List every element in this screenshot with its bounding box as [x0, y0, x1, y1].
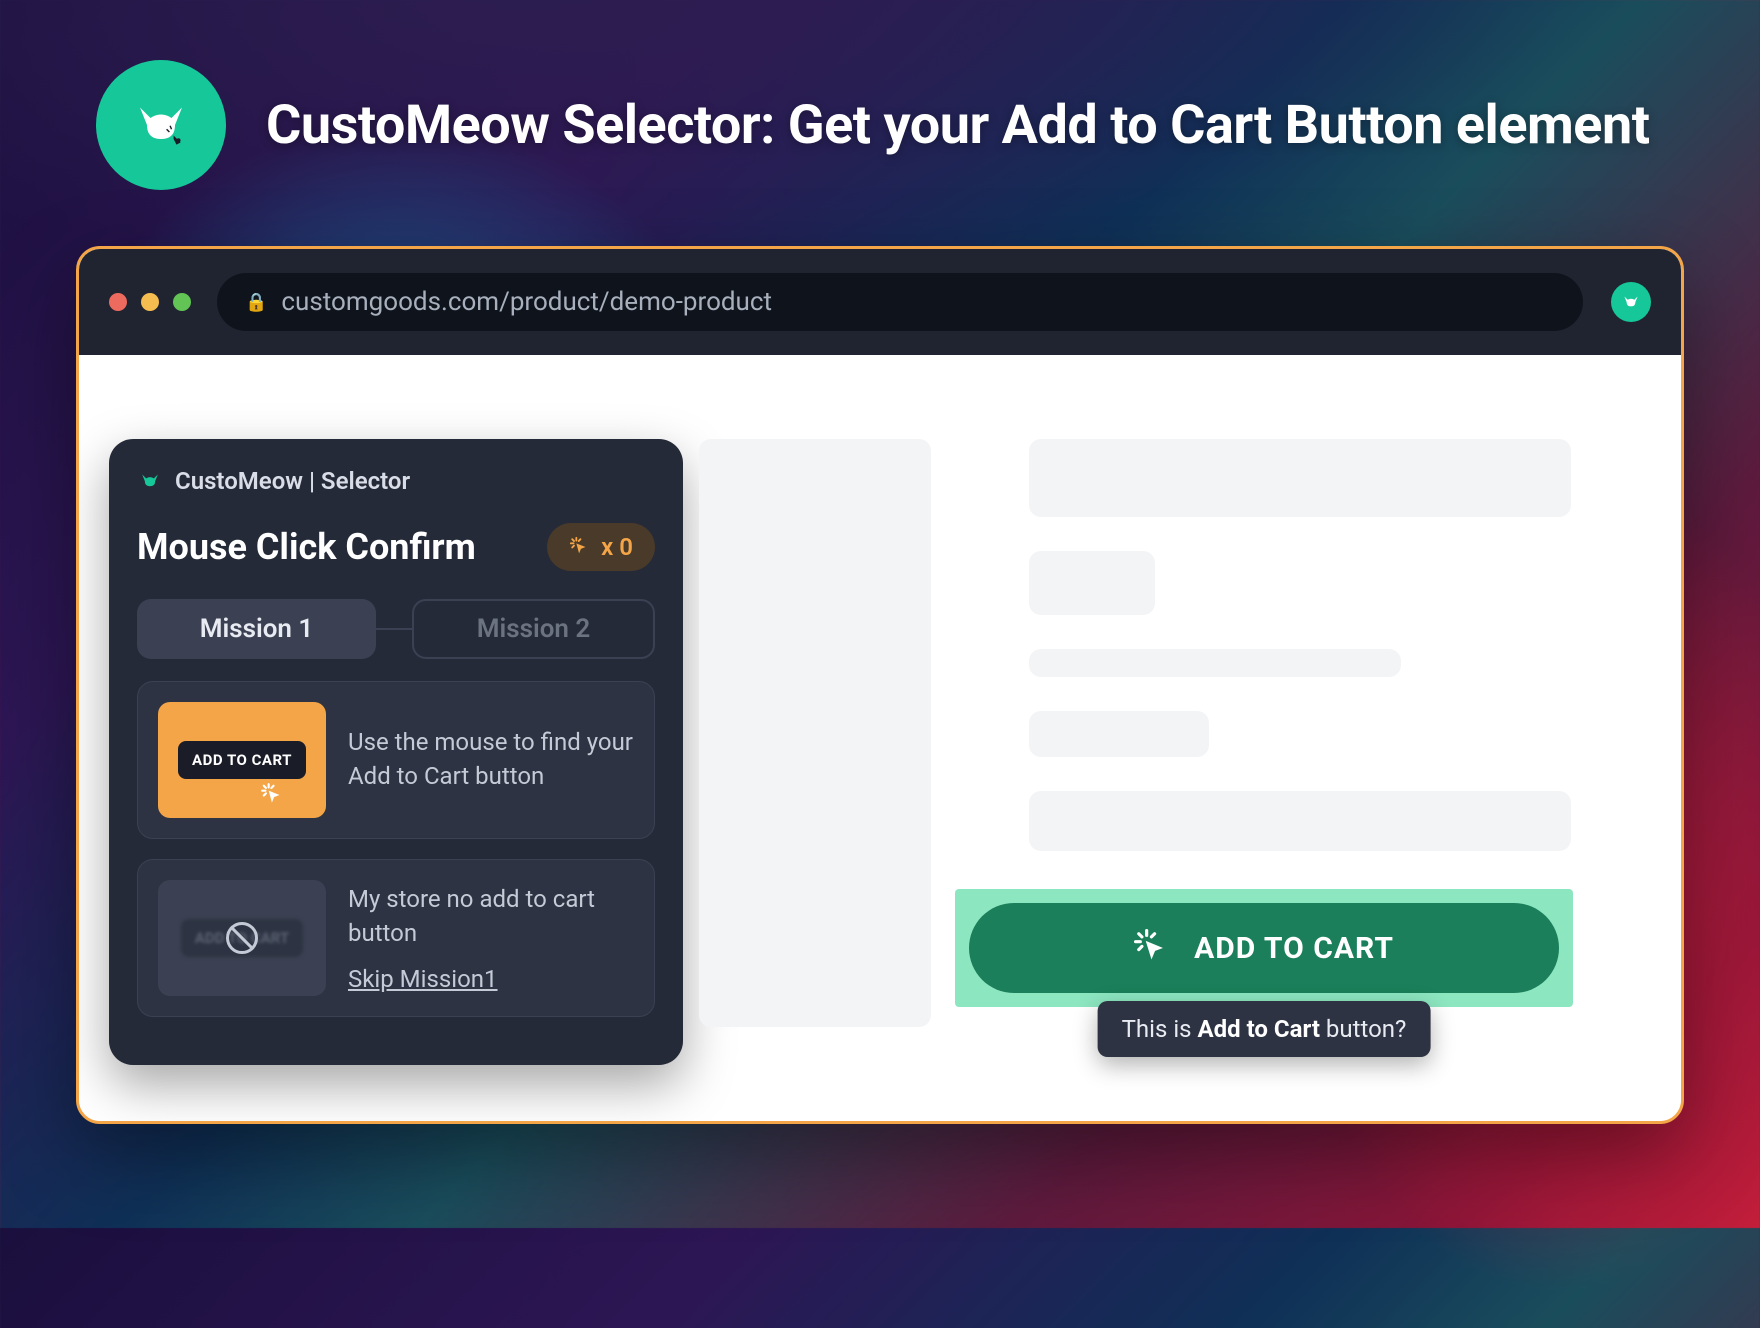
- atc-target-area: ADD TO CART This is Add to Cart button?: [955, 889, 1573, 1007]
- instruction-card-skip: ADD TO CART My store no add to cart butt…: [137, 859, 655, 1017]
- skeleton-line: [1029, 711, 1209, 757]
- cursor-click-icon: [260, 782, 286, 808]
- skeleton-line: [1029, 439, 1571, 517]
- browser-content: CustoMeow | Selector Mouse Click Confirm…: [79, 355, 1681, 1121]
- atc-label: ADD TO CART: [1194, 931, 1394, 966]
- customeow-logo: [96, 60, 226, 190]
- page-header: CustoMeow Selector: Get your Add to Cart…: [96, 60, 1650, 190]
- skeleton-line: [1029, 551, 1155, 615]
- cat-icon: [126, 90, 196, 160]
- traffic-lights: [109, 293, 191, 311]
- tooltip-prefix: This is: [1122, 1015, 1198, 1043]
- atc-highlight: ADD TO CART: [955, 889, 1573, 1007]
- instruction-card-find: ADD TO CART Use the mouse to find your A…: [137, 681, 655, 839]
- cat-icon: [137, 468, 163, 494]
- extension-badge[interactable]: [1611, 282, 1651, 322]
- cursor-click-icon: [569, 536, 591, 558]
- page-title: CustoMeow Selector: Get your Add to Cart…: [266, 94, 1650, 157]
- preview-atc-button: ADD TO CART: [178, 741, 306, 779]
- add-to-cart-button[interactable]: ADD TO CART: [969, 903, 1559, 993]
- tooltip-suffix: button?: [1320, 1015, 1406, 1043]
- mission-tabs: Mission 1 Mission 2: [137, 599, 655, 659]
- lock-icon: 🔒: [245, 292, 267, 313]
- skip-mission-link[interactable]: Skip Mission1: [348, 965, 634, 993]
- atc-tooltip: This is Add to Cart button?: [1098, 1001, 1431, 1057]
- url-bar[interactable]: 🔒 customgoods.com/product/demo-product: [217, 273, 1583, 331]
- panel-header: CustoMeow | Selector: [137, 467, 655, 495]
- window-close-icon[interactable]: [109, 293, 127, 311]
- browser-chrome: 🔒 customgoods.com/product/demo-product: [79, 249, 1681, 355]
- prohibited-icon: [226, 922, 258, 954]
- instruction-text: Use the mouse to find your Add to Cart b…: [348, 726, 634, 793]
- instruction-text-skip: My store no add to cart button: [348, 883, 634, 950]
- click-counter: x 0: [547, 523, 655, 571]
- counter-value: x 0: [601, 533, 633, 561]
- panel-brand: CustoMeow | Selector: [175, 467, 410, 495]
- browser-window: 🔒 customgoods.com/product/demo-product C…: [76, 246, 1684, 1124]
- url-text: customgoods.com/product/demo-product: [281, 287, 772, 317]
- tooltip-bold: Add to Cart: [1197, 1015, 1319, 1043]
- tab-mission-1[interactable]: Mission 1: [137, 599, 376, 659]
- skeleton-line: [1029, 649, 1401, 677]
- selector-panel: CustoMeow | Selector Mouse Click Confirm…: [109, 439, 683, 1065]
- tab-mission-2[interactable]: Mission 2: [412, 599, 655, 659]
- skeleton-product-image: [699, 439, 931, 1027]
- skeleton-line: [1029, 791, 1571, 851]
- panel-title: Mouse Click Confirm: [137, 526, 476, 568]
- cat-icon: [1620, 291, 1642, 313]
- tab-connector: [376, 628, 412, 630]
- window-minimize-icon[interactable]: [141, 293, 159, 311]
- cursor-click-icon: [1134, 929, 1172, 967]
- window-maximize-icon[interactable]: [173, 293, 191, 311]
- instruction-preview: ADD TO CART: [158, 702, 326, 818]
- instruction-preview-disabled: ADD TO CART: [158, 880, 326, 996]
